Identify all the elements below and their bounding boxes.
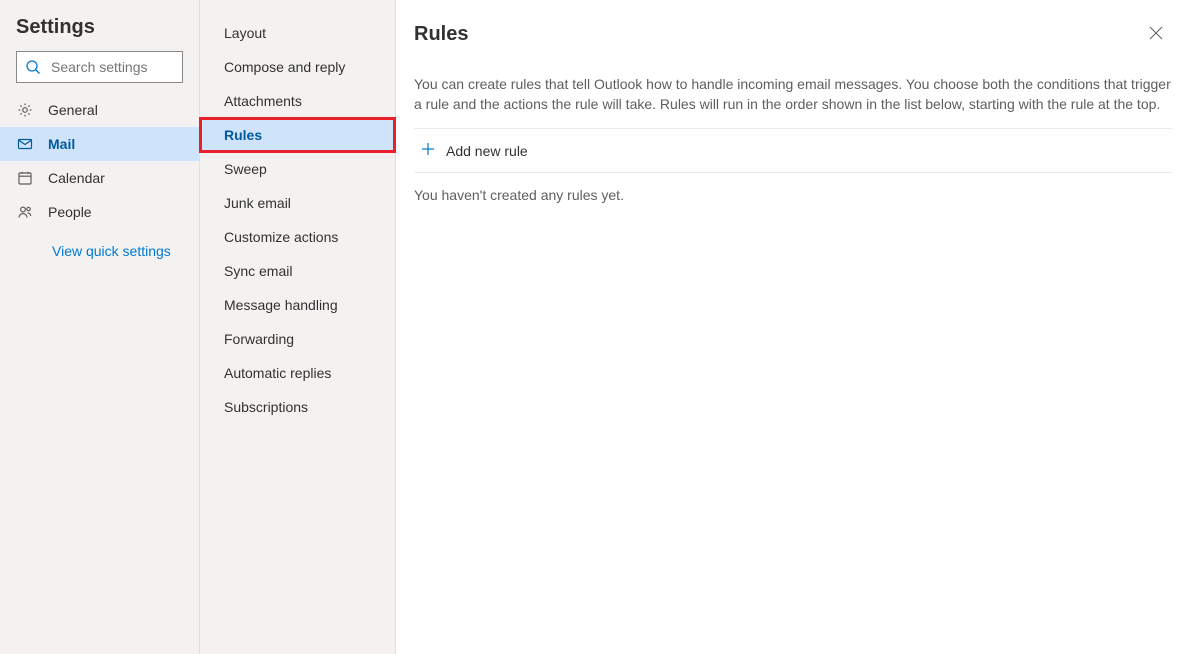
calendar-icon [16,170,34,186]
sub-item-automatic-replies[interactable]: Automatic replies [200,356,395,390]
view-quick-settings-link[interactable]: View quick settings [0,229,199,259]
sub-item-sweep[interactable]: Sweep [200,152,395,186]
sub-item-attachments[interactable]: Attachments [200,84,395,118]
sub-item-junk-email[interactable]: Junk email [200,186,395,220]
nav-item-general[interactable]: General [0,93,199,127]
close-icon [1149,26,1163,43]
nav-item-mail[interactable]: Mail [0,127,199,161]
sub-item-layout[interactable]: Layout [200,16,395,50]
search-settings-box[interactable] [16,51,183,83]
nav-item-label: Mail [48,136,75,152]
sub-item-label: Attachments [224,93,302,109]
plus-icon [420,141,436,160]
sub-item-message-handling[interactable]: Message handling [200,288,395,322]
sub-item-label: Message handling [224,297,338,313]
close-button[interactable] [1140,18,1172,50]
add-new-rule-button[interactable]: Add new rule [414,129,1172,173]
settings-title: Settings [0,0,199,49]
sub-item-label: Automatic replies [224,365,331,381]
sub-item-subscriptions[interactable]: Subscriptions [200,390,395,424]
search-icon [25,59,41,75]
rules-empty-state: You haven't created any rules yet. [414,173,1172,203]
people-icon [16,204,34,220]
gear-icon [16,102,34,118]
sub-item-label: Layout [224,25,266,41]
nav-item-label: People [48,204,92,220]
nav-item-people[interactable]: People [0,195,199,229]
nav-item-label: General [48,102,98,118]
add-new-rule-label: Add new rule [446,143,528,159]
sub-item-forwarding[interactable]: Forwarding [200,322,395,356]
sub-item-label: Junk email [224,195,291,211]
sub-item-label: Compose and reply [224,59,345,75]
sub-item-rules[interactable]: Rules [200,118,395,152]
sub-item-label: Sync email [224,263,292,279]
sub-item-label: Customize actions [224,229,338,245]
mail-icon [16,136,34,152]
page-title: Rules [414,23,468,46]
sub-item-sync-email[interactable]: Sync email [200,254,395,288]
rules-description: You can create rules that tell Outlook h… [414,74,1172,129]
sub-item-label: Sweep [224,161,267,177]
sub-item-label: Rules [224,127,262,143]
sub-item-label: Subscriptions [224,399,308,415]
nav-item-calendar[interactable]: Calendar [0,161,199,195]
search-settings-input[interactable] [49,52,174,82]
nav-item-label: Calendar [48,170,105,186]
sub-item-customize-actions[interactable]: Customize actions [200,220,395,254]
sub-item-label: Forwarding [224,331,294,347]
sub-item-compose-and-reply[interactable]: Compose and reply [200,50,395,84]
